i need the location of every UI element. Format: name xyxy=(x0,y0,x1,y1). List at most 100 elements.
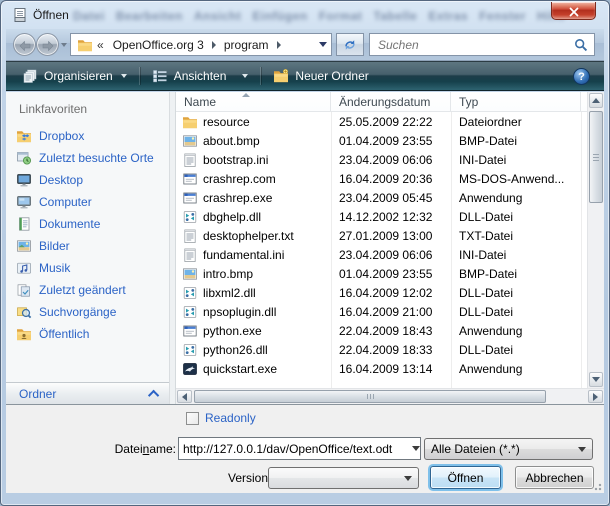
breadcrumb[interactable]: « OpenOffice.org 3 program xyxy=(70,33,332,56)
file-row[interactable]: intro.bmp 01.04.2009 23:55 BMP-Datei xyxy=(176,264,604,283)
file-rows: resource 25.05.2009 22:22 Dateiordner ab… xyxy=(176,112,604,378)
file-name: quickstart.exe xyxy=(203,362,277,376)
file-row[interactable]: crashrep.com 16.04.2009 20:36 MS-DOS-Anw… xyxy=(176,169,604,188)
search-box[interactable] xyxy=(369,33,595,56)
file-date: 23.04.2009 06:06 xyxy=(331,153,451,167)
file-date: 16.04.2009 13:14 xyxy=(331,362,451,376)
dll-icon xyxy=(182,342,198,358)
breadcrumb-overflow[interactable]: « xyxy=(97,38,104,52)
titlebar[interactable]: Öffnen DateiBearbeitenAnsichtEinfügenFor… xyxy=(1,1,609,29)
file-date: 27.01.2009 13:00 xyxy=(331,229,451,243)
back-button[interactable] xyxy=(13,33,36,56)
resize-grip[interactable] xyxy=(592,481,602,491)
file-row[interactable]: resource 25.05.2009 22:22 Dateiordner xyxy=(176,112,604,131)
file-name: python.exe xyxy=(203,324,262,338)
file-row[interactable]: dbghelp.dll 14.12.2002 12:32 DLL-Datei xyxy=(176,207,604,226)
chevron-right-icon[interactable] xyxy=(277,41,281,49)
file-date: 22.04.2009 18:33 xyxy=(331,343,451,357)
scroll-up-button[interactable] xyxy=(589,93,603,108)
thumb-grip xyxy=(593,157,599,158)
open-button[interactable]: Öffnen xyxy=(430,466,501,489)
organize-layers-icon xyxy=(22,68,38,84)
combo-dropdown-button[interactable] xyxy=(402,438,420,459)
sidebar-item[interactable]: Desktop xyxy=(6,169,169,191)
search-input[interactable] xyxy=(376,37,574,53)
sidebar-item[interactable]: Musik xyxy=(6,257,169,279)
horizontal-scrollbar[interactable] xyxy=(176,388,604,404)
readonly-option[interactable]: Readonly xyxy=(186,411,256,425)
filename-input[interactable] xyxy=(179,442,402,456)
sidebar-item[interactable]: Dokumente xyxy=(6,213,169,235)
file-name: crashrep.exe xyxy=(203,191,272,205)
file-type: DLL-Datei xyxy=(451,210,581,224)
column-header-date[interactable]: Änderungsdatum xyxy=(331,92,451,111)
filetype-value: Alle Dateien (*.*) xyxy=(431,442,520,456)
documents-icon xyxy=(16,216,32,232)
refresh-button[interactable] xyxy=(336,33,364,56)
file-row[interactable]: quickstart.exe 16.04.2009 13:14 Anwendun… xyxy=(176,359,604,378)
forward-button[interactable] xyxy=(36,33,59,56)
filename-combobox[interactable] xyxy=(178,437,421,460)
file-row[interactable]: python26.dll 22.04.2009 18:33 DLL-Datei xyxy=(176,340,604,359)
help-button[interactable]: ? xyxy=(573,68,590,85)
views-button[interactable]: Ansichten xyxy=(144,65,257,87)
folders-label: Ordner xyxy=(19,387,56,401)
close-button[interactable] xyxy=(551,2,596,20)
triangle-down-icon xyxy=(592,377,600,382)
column-header-name[interactable]: Name xyxy=(176,92,331,111)
folders-expander-bar[interactable]: Ordner xyxy=(6,382,169,404)
sidebar-item[interactable]: Öffentlich xyxy=(6,323,169,345)
open-dialog-window: Öffnen DateiBearbeitenAnsichtEinfügenFor… xyxy=(0,0,610,506)
history-dropdown-icon[interactable] xyxy=(61,43,67,47)
file-type: BMP-Datei xyxy=(451,134,581,148)
new-folder-button[interactable]: Neuer Ordner xyxy=(265,65,376,87)
scroll-left-button[interactable] xyxy=(177,390,192,403)
navigation-bar: « OpenOffice.org 3 program xyxy=(6,29,604,61)
file-row[interactable]: npsoplugin.dll 16.04.2009 21:00 DLL-Date… xyxy=(176,302,604,321)
horizontal-scroll-thumb[interactable] xyxy=(194,390,546,403)
toolbar-separator xyxy=(139,67,140,85)
sidebar-item[interactable]: Suchvorgänge xyxy=(6,301,169,323)
file-name: libxml2.dll xyxy=(203,286,256,300)
organize-button[interactable]: Organisieren xyxy=(14,65,135,87)
version-dropdown[interactable] xyxy=(268,467,419,489)
sidebar-item[interactable]: Dropbox xyxy=(6,125,169,147)
file-name: desktophelper.txt xyxy=(203,229,294,243)
file-name: resource xyxy=(203,115,250,129)
file-row[interactable]: fundamental.ini 23.04.2009 06:06 INI-Dat… xyxy=(176,245,604,264)
text-icon xyxy=(182,247,198,263)
version-label: Version xyxy=(228,471,268,485)
list-header: Name Änderungsdatum Typ G xyxy=(176,92,604,112)
file-name: npsoplugin.dll xyxy=(203,305,276,319)
file-name: dbghelp.dll xyxy=(203,210,261,224)
triangle-right-icon xyxy=(593,393,598,401)
refresh-icon xyxy=(343,38,357,52)
file-row[interactable]: desktophelper.txt 27.01.2009 13:00 TXT-D… xyxy=(176,226,604,245)
chevron-down-icon xyxy=(242,74,248,78)
chevron-right-icon[interactable] xyxy=(212,41,216,49)
sidebar-item[interactable]: Bilder xyxy=(6,235,169,257)
sidebar-item[interactable]: Zuletzt geändert xyxy=(6,279,169,301)
vertical-scrollbar[interactable] xyxy=(587,92,604,388)
filetype-dropdown[interactable]: Alle Dateien (*.*) xyxy=(424,438,593,460)
breadcrumb-segment[interactable]: program xyxy=(219,38,274,52)
file-row[interactable]: libxml2.dll 16.04.2009 12:02 DLL-Datei xyxy=(176,283,604,302)
file-row[interactable]: python.exe 22.04.2009 18:43 Anwendung xyxy=(176,321,604,340)
column-header-type[interactable]: Typ xyxy=(451,92,581,111)
file-type: Anwendung xyxy=(451,191,581,205)
readonly-checkbox[interactable] xyxy=(186,412,199,425)
file-row[interactable]: about.bmp 01.04.2009 23:55 BMP-Datei xyxy=(176,131,604,150)
file-row[interactable]: crashrep.exe 23.04.2009 05:45 Anwendung xyxy=(176,188,604,207)
browse-area: Linkfavoriten Dropbox Zuletzt besuchte O… xyxy=(6,92,604,405)
scroll-right-button[interactable] xyxy=(588,390,603,403)
vertical-scroll-thumb[interactable] xyxy=(589,111,603,203)
breadcrumb-dropdown-icon[interactable] xyxy=(319,42,327,47)
file-row[interactable]: bootstrap.ini 23.04.2009 06:06 INI-Datei xyxy=(176,150,604,169)
sidebar-item[interactable]: Computer xyxy=(6,191,169,213)
scroll-down-button[interactable] xyxy=(589,372,603,387)
new-folder-label: Neuer Ordner xyxy=(295,69,368,83)
sidebar-item[interactable]: Zuletzt besuchte Orte xyxy=(6,147,169,169)
cancel-button[interactable]: Abbrechen xyxy=(515,466,594,489)
public-folder-icon xyxy=(16,326,32,342)
breadcrumb-segment[interactable]: OpenOffice.org 3 xyxy=(108,38,209,52)
